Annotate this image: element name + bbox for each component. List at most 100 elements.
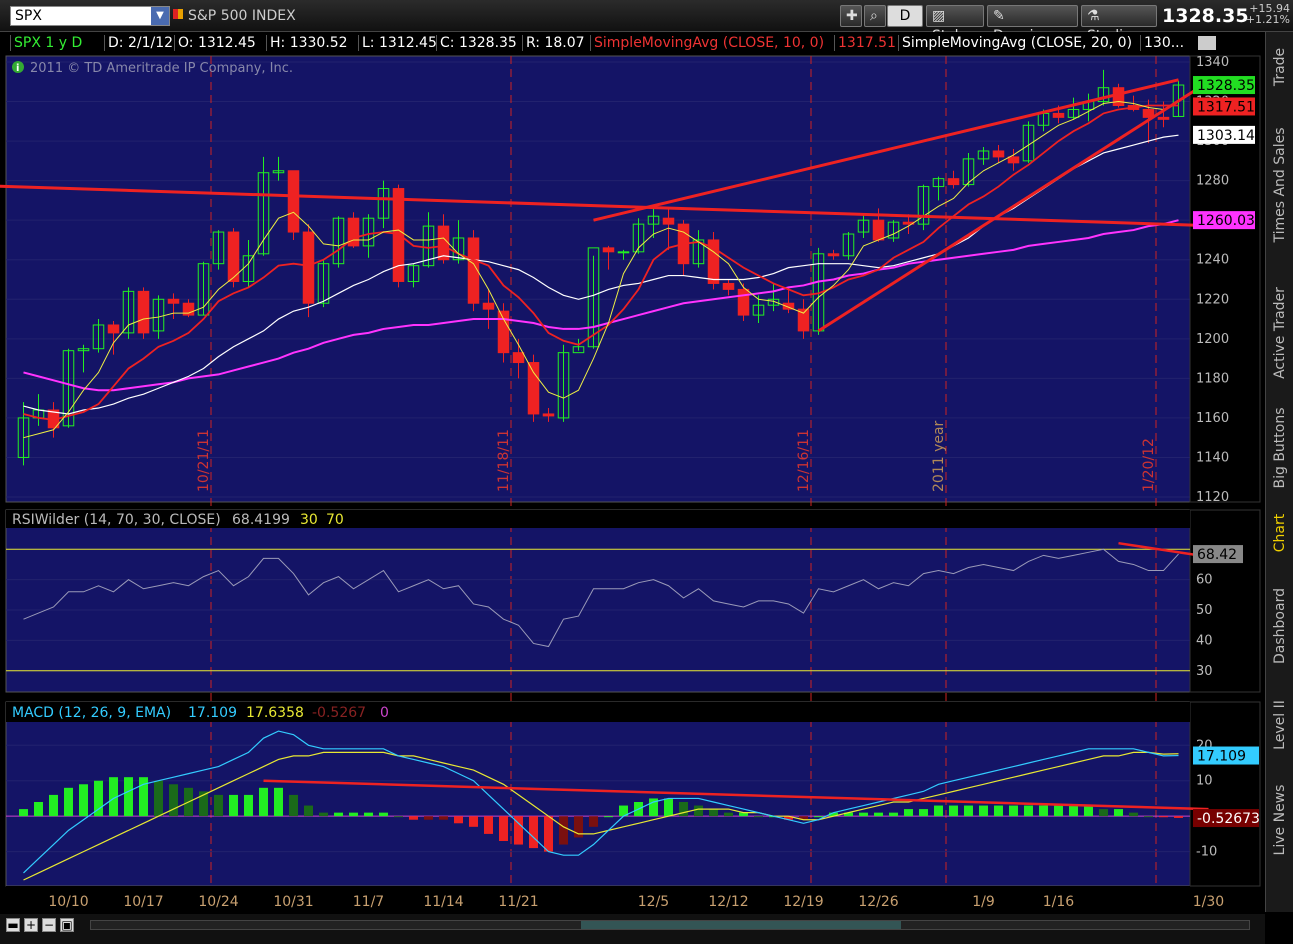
header-divider bbox=[174, 35, 175, 51]
price-tick-label: 1340 bbox=[1196, 55, 1229, 70]
side-tab-active-trader[interactable]: Active Trader bbox=[1266, 272, 1293, 394]
macd-hist-bar bbox=[439, 816, 448, 820]
price-badge-label: 1260.03 bbox=[1197, 213, 1255, 229]
macd-hist-bar bbox=[1144, 816, 1153, 818]
cursor-tool-button[interactable]: ✚ bbox=[840, 5, 862, 27]
chart-settings-icon bbox=[1198, 36, 1216, 50]
candle-body bbox=[662, 217, 675, 225]
x-tick-label: 10/10 bbox=[48, 894, 88, 910]
date-vline-label: 10/21/11 bbox=[196, 429, 212, 492]
chart-area[interactable]: 1120114011601180120012201240126012801300… bbox=[0, 32, 1265, 914]
macd-hist-bar bbox=[529, 816, 538, 849]
candle-body bbox=[1157, 116, 1170, 120]
macd-hist-bar bbox=[544, 816, 553, 852]
rsi-tick-label: 40 bbox=[1196, 633, 1213, 648]
chart-header-field: C: 1328.35 bbox=[440, 35, 517, 51]
side-tab-chart[interactable]: Chart bbox=[1266, 502, 1293, 564]
scroll-thumb[interactable] bbox=[581, 921, 901, 929]
macd-hist-bar bbox=[244, 794, 253, 817]
zoom-in-icon[interactable]: + bbox=[24, 918, 38, 932]
macd-hist-bar bbox=[289, 794, 298, 817]
macd-hist-bar bbox=[229, 794, 238, 817]
macd-hist-bar bbox=[694, 805, 703, 817]
candle-body bbox=[107, 324, 120, 334]
zoom-fit-icon[interactable]: ▣ bbox=[60, 918, 74, 932]
macd-hist-bar bbox=[1099, 809, 1108, 817]
x-tick-label: 1/30 bbox=[1193, 894, 1224, 910]
side-tab-level-ii[interactable]: Level II bbox=[1266, 688, 1293, 762]
date-vline-label: 12/16/11 bbox=[796, 429, 812, 492]
drawings-button[interactable]: ✎ Drawings bbox=[987, 5, 1078, 44]
macd-hist-bar bbox=[19, 809, 28, 817]
macd-hist-bar bbox=[1159, 816, 1168, 818]
horizontal-scrollbar[interactable] bbox=[90, 920, 1250, 930]
header-divider bbox=[1140, 35, 1141, 51]
symbol-dropdown-icon[interactable]: ▼ bbox=[151, 7, 169, 25]
side-tab-dashboard[interactable]: Dashboard bbox=[1266, 572, 1293, 680]
period-button[interactable]: D bbox=[887, 5, 923, 27]
macd-hist-bar bbox=[814, 816, 823, 818]
macd-header-signal: 17.6358 bbox=[246, 705, 304, 721]
last-price: 1328.35 bbox=[1162, 5, 1249, 27]
bottom-bar: ▬ + − ▣ bbox=[0, 914, 1265, 944]
macd-hist-bar bbox=[484, 816, 493, 834]
copyright-text: 2011 © TD Ameritrade IP Company, Inc. bbox=[30, 61, 293, 76]
macd-hist-bar bbox=[364, 812, 373, 817]
x-tick-label: 1/16 bbox=[1043, 894, 1075, 910]
price-badge-label: 1317.51 bbox=[1197, 99, 1255, 115]
index-name: S&P 500 INDEX bbox=[188, 8, 296, 24]
header-divider bbox=[104, 35, 105, 51]
macd-badge-label: -0.52673 bbox=[1197, 811, 1260, 827]
price-tick-label: 1180 bbox=[1196, 371, 1229, 386]
macd-tick-label: -10 bbox=[1196, 845, 1217, 860]
macd-hist-bar bbox=[919, 809, 928, 817]
macd-hist-bar bbox=[334, 812, 343, 817]
style-button[interactable]: ▨ Style bbox=[926, 5, 984, 44]
side-tab-live-news[interactable]: Live News bbox=[1266, 770, 1293, 870]
candle-body bbox=[497, 310, 510, 354]
symbol-input[interactable]: SPX ▼ bbox=[10, 6, 170, 26]
header-divider bbox=[358, 35, 359, 51]
macd-hist-bar bbox=[664, 798, 673, 817]
zoom-tool-button[interactable]: ⌕ bbox=[864, 5, 886, 27]
price-tick-label: 1220 bbox=[1196, 292, 1229, 307]
x-tick-label: 12/12 bbox=[708, 894, 748, 910]
macd-hist-bar bbox=[979, 805, 988, 817]
macd-hist-bar bbox=[454, 816, 463, 824]
macd-hist-bar bbox=[679, 802, 688, 817]
price-tick-label: 1280 bbox=[1196, 174, 1229, 189]
candle-body bbox=[437, 225, 450, 261]
chart-header-field: L: 1312.45 bbox=[362, 35, 437, 51]
candle-body bbox=[527, 362, 540, 415]
x-tick-label: 11/14 bbox=[423, 894, 463, 910]
net-change-percent: +1.21% bbox=[1245, 13, 1290, 26]
x-axis-strip bbox=[6, 886, 1190, 914]
candle-body bbox=[512, 352, 525, 364]
rsi-header-low: 30 bbox=[300, 512, 318, 528]
chart-header-field: D: 2/1/12 bbox=[108, 35, 173, 51]
zoom-out-icon[interactable]: − bbox=[42, 918, 56, 932]
chart-header-field: O: 1312.45 bbox=[178, 35, 256, 51]
macd-hist-bar bbox=[1054, 805, 1063, 817]
rsi-header-high: 70 bbox=[326, 512, 344, 528]
macd-hist-bar bbox=[859, 812, 868, 817]
macd-hist-bar bbox=[214, 794, 223, 817]
side-tab-big-buttons[interactable]: Big Buttons bbox=[1266, 402, 1293, 494]
macd-hist-bar bbox=[1024, 805, 1033, 817]
macd-hist-bar bbox=[379, 812, 388, 817]
toolbar: SPX ▼ S&P 500 INDEX ✚ ⌕ D ▨ Style ✎ Draw… bbox=[0, 0, 1293, 44]
side-tabs: Trade Times And Sales Active Trader Big But… bbox=[1265, 32, 1293, 912]
price-tick-label: 1160 bbox=[1196, 411, 1229, 426]
studies-button[interactable]: ⚗ Studies bbox=[1081, 5, 1157, 44]
side-tab-label: Live News bbox=[1272, 784, 1288, 856]
net-change: +15.94 +1.21% bbox=[1240, 3, 1290, 25]
header-divider bbox=[898, 35, 899, 51]
side-tab-trade[interactable]: Trade bbox=[1266, 36, 1293, 98]
macd-header-zero: 0 bbox=[380, 705, 389, 721]
collapse-icon[interactable]: ▬ bbox=[6, 918, 20, 932]
chart-header-field: 1317.51 bbox=[838, 35, 896, 51]
candle-body bbox=[737, 288, 750, 316]
side-tab-times-and-sales[interactable]: Times And Sales bbox=[1266, 106, 1293, 264]
x-tick-label: 1/9 bbox=[972, 894, 995, 910]
date-vline-label: 1/20/12 bbox=[1141, 438, 1157, 492]
